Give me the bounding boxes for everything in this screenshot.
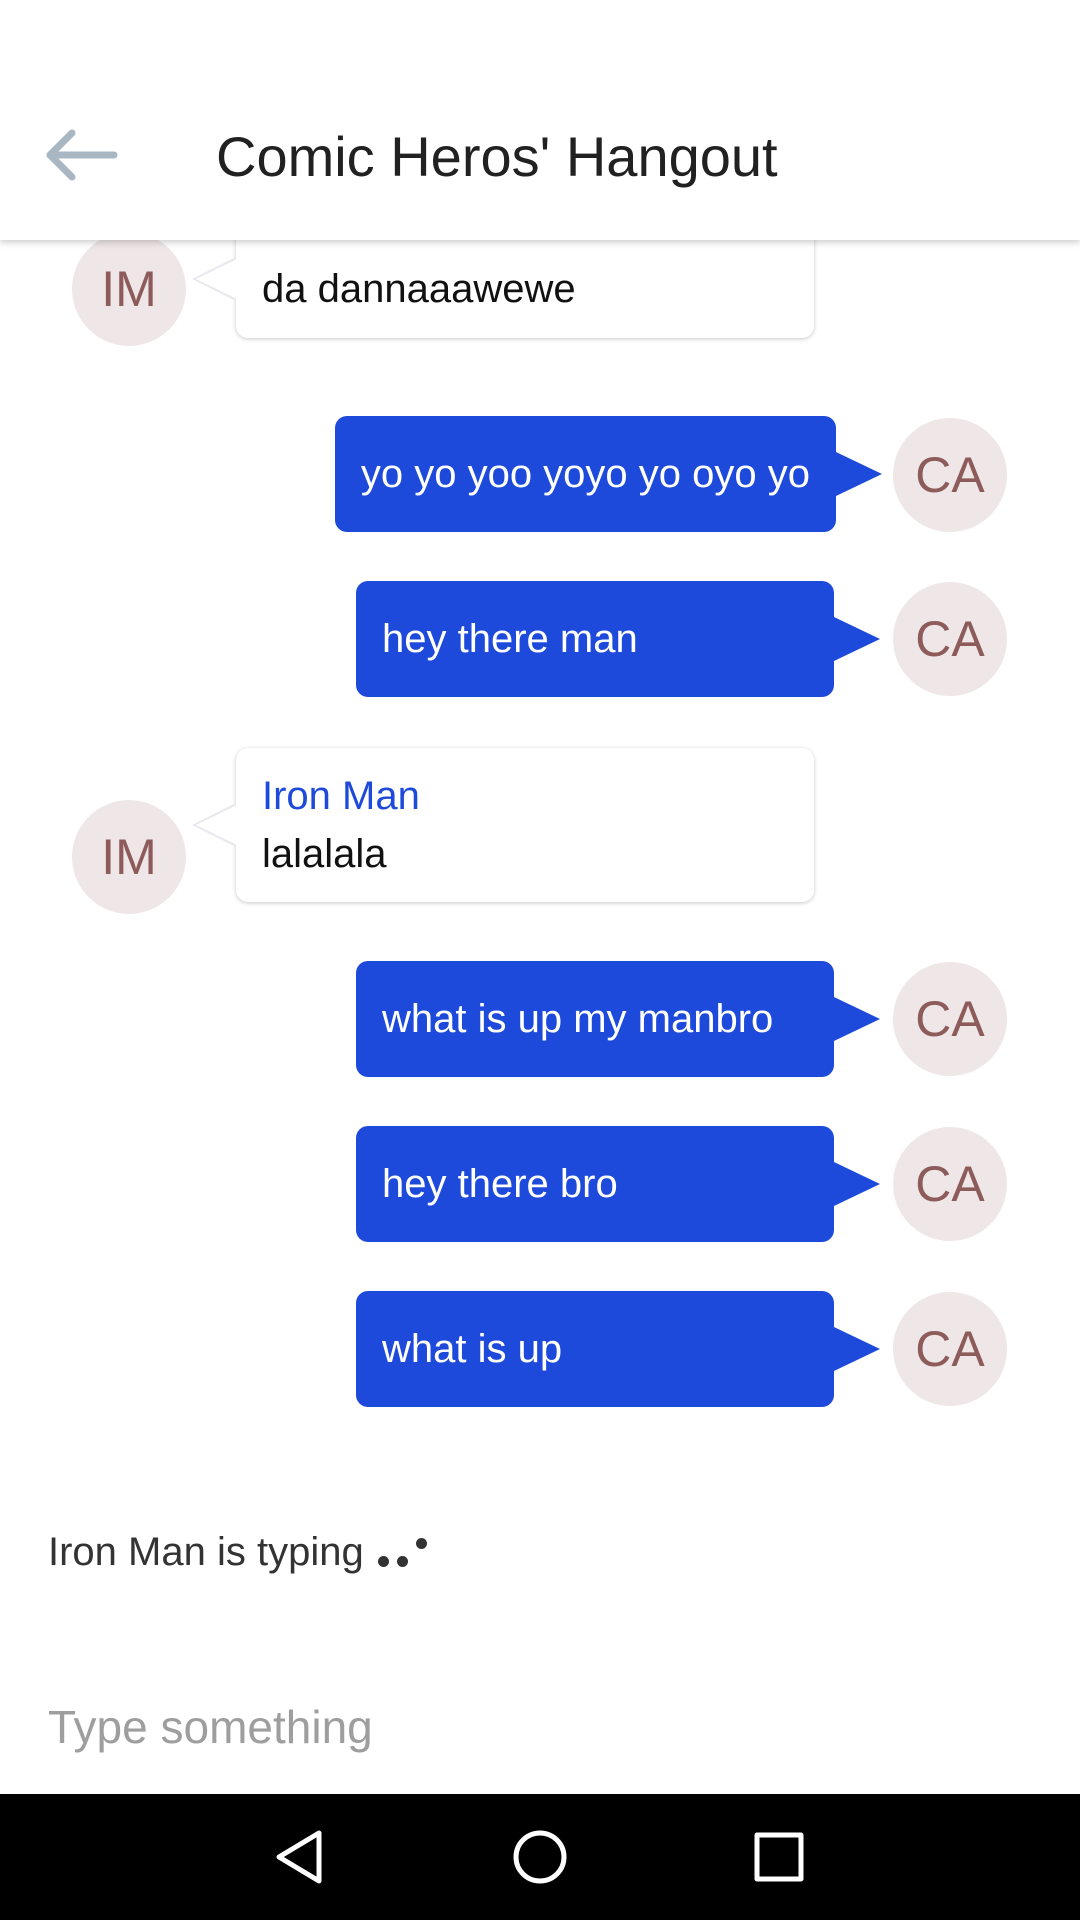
nav-home-icon <box>513 1830 567 1884</box>
message-input[interactable] <box>48 1700 1028 1754</box>
typing-text: Iron Man is typing <box>48 1530 364 1574</box>
avatar[interactable]: CA <box>893 1292 1007 1406</box>
message-text: yo yo yoo yoyo yo oyo yo <box>360 451 810 496</box>
nav-back-icon <box>276 1830 322 1884</box>
message-outgoing: what is up my manbro CA <box>0 961 1080 1077</box>
message-text: what is up <box>382 1326 563 1371</box>
message-text: what is up my manbro <box>382 996 774 1041</box>
message-incoming: IM da dannaaawewe <box>0 240 1080 360</box>
message-bubble[interactable]: what is up my manbro <box>356 961 880 1077</box>
message-outgoing: yo yo yoo yoyo yo oyo yo CA <box>0 416 1080 532</box>
message-bubble[interactable]: da dannaaawewe <box>192 240 814 338</box>
message-bubble[interactable]: hey there man <box>356 581 880 697</box>
nav-home-button[interactable] <box>507 1824 573 1890</box>
message-text: hey there bro <box>382 1161 618 1206</box>
message-list[interactable]: IM da dannaaawewe yo yo yoo yoyo yo oyo … <box>0 240 1080 1500</box>
message-text: da dannaaawewe <box>262 267 576 311</box>
message-bubble[interactable]: hey there bro <box>356 1126 880 1242</box>
nav-recents-icon <box>754 1832 804 1882</box>
system-nav-bar <box>0 1794 1080 1920</box>
composer <box>0 1660 1080 1794</box>
nav-back-button[interactable] <box>266 1824 332 1890</box>
typing-dots-icon <box>377 1538 435 1575</box>
message-bubble[interactable]: what is up <box>356 1291 880 1407</box>
avatar[interactable]: CA <box>893 582 1007 696</box>
message-text: lalalala <box>262 832 387 876</box>
message-outgoing: hey there bro CA <box>0 1126 1080 1242</box>
page-title: Comic Heros' Hangout <box>216 125 778 188</box>
avatar[interactable]: CA <box>893 1127 1007 1241</box>
avatar[interactable]: IM <box>72 800 186 914</box>
arrow-left-icon <box>46 129 118 181</box>
message-bubble[interactable]: Iron Man lalalala <box>192 748 814 902</box>
back-button[interactable] <box>40 120 122 190</box>
message-outgoing: what is up CA <box>0 1291 1080 1407</box>
avatar[interactable]: CA <box>893 962 1007 1076</box>
avatar[interactable]: IM <box>72 240 186 346</box>
avatar[interactable]: CA <box>893 418 1007 532</box>
sender-name: Iron Man <box>262 774 420 818</box>
message-text: hey there man <box>382 616 638 661</box>
app-header: Comic Heros' Hangout <box>0 0 1080 240</box>
app: Comic Heros' Hangout IM da dannaaawewe y… <box>0 0 1080 1920</box>
message-bubble[interactable]: yo yo yoo yoyo yo oyo yo <box>334 416 883 532</box>
message-incoming: IM Iron Man lalalala <box>0 748 1080 914</box>
typing-indicator: Iron Man is typing <box>48 1530 435 1575</box>
message-outgoing: hey there man CA <box>0 581 1080 697</box>
nav-recents-button[interactable] <box>746 1824 812 1890</box>
